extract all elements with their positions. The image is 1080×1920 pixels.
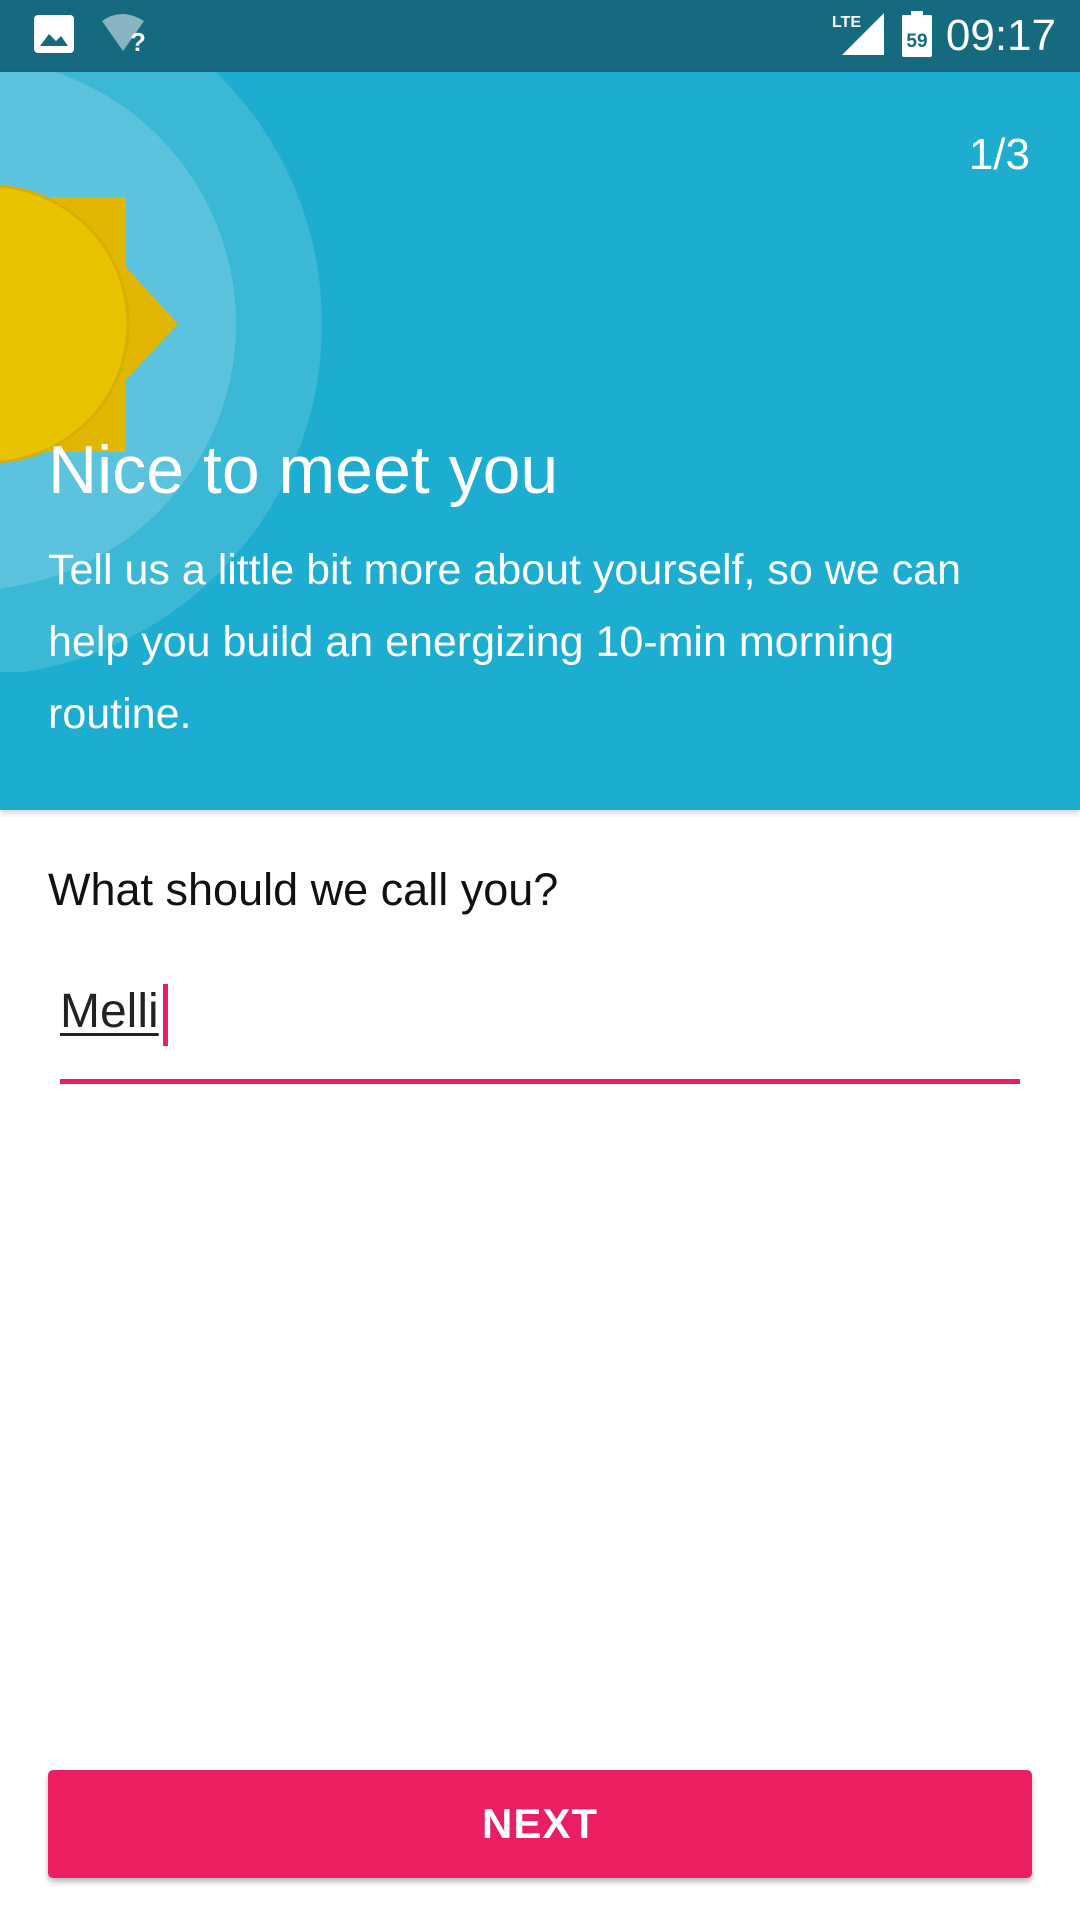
name-question-label: What should we call you?	[48, 864, 559, 915]
next-button-label: NEXT	[481, 1800, 598, 1847]
step-indicator: 1/3	[968, 130, 1030, 179]
image-notification-icon	[34, 14, 74, 58]
battery-icon: 59	[901, 10, 932, 62]
status-bar: ? LTE 59 09:17	[0, 0, 1080, 72]
name-input[interactable]: Melli	[60, 968, 1020, 1084]
name-input-value[interactable]: Melli	[60, 984, 159, 1039]
battery-level-text: 59	[906, 31, 927, 52]
network-type-label: LTE	[832, 14, 861, 31]
page-description: Tell us a little bit more about yourself…	[48, 546, 961, 738]
status-bar-right: LTE 59 09:17	[830, 0, 1056, 72]
wifi-unknown-icon: ?	[100, 13, 152, 60]
onboarding-header: 1/3 Nice to meet you Tell us a little bi…	[0, 72, 1080, 810]
page-title: Nice to meet you	[48, 432, 559, 508]
lte-signal-icon: LTE	[830, 11, 886, 62]
text-cursor	[163, 984, 168, 1046]
next-button[interactable]: NEXT	[48, 1770, 1032, 1878]
wifi-question-mark: ?	[130, 27, 146, 55]
clock: 09:17	[945, 11, 1056, 60]
status-bar-left: ?	[34, 13, 152, 58]
